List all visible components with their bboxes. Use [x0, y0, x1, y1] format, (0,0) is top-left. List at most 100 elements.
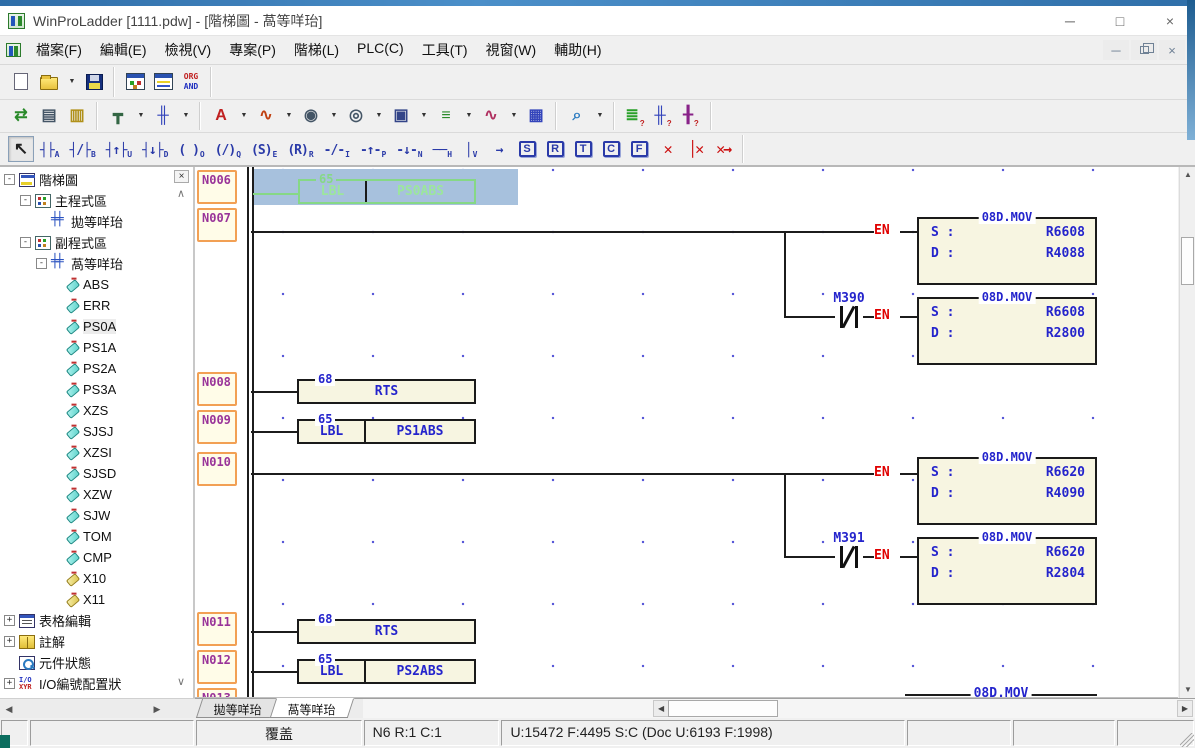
tree-item[interactable]: -副程式區	[0, 232, 176, 253]
expand-icon[interactable]: +	[4, 678, 15, 689]
zoom-button-dropdown[interactable]: ▼	[594, 103, 606, 129]
tree-item[interactable]: XZSI	[0, 442, 176, 463]
lbl-function-block[interactable]: 65LBLPS1ABS	[297, 419, 476, 444]
network-label[interactable]: N008	[197, 372, 237, 406]
org-and-button[interactable]: ORGAND	[178, 69, 204, 95]
rts-function-block[interactable]: 68RTS	[297, 619, 476, 644]
network-label[interactable]: N006	[197, 170, 237, 204]
tree-item[interactable]: ABS	[0, 274, 176, 295]
edit-mode-button[interactable]: A	[208, 103, 234, 129]
horizontal-scroll-thumb[interactable]	[668, 700, 778, 717]
project-window-button[interactable]	[122, 69, 148, 95]
collapse-icon[interactable]: -	[20, 237, 31, 248]
tree-item[interactable]: SJW	[0, 505, 176, 526]
tree-item[interactable]: PS0A	[0, 316, 176, 337]
project-tree-button-dropdown[interactable]: ▼	[135, 103, 147, 129]
save-button[interactable]	[81, 69, 107, 95]
tree-item[interactable]: XZW	[0, 484, 176, 505]
tree-item[interactable]: PS3A	[0, 379, 176, 400]
tree-item[interactable]: SJSD	[0, 463, 176, 484]
probe-pulse-button-dropdown[interactable]: ▼	[283, 103, 295, 129]
tab-active-document[interactable]: 萵等咩珆	[270, 698, 355, 718]
collapse-icon[interactable]: -	[20, 195, 31, 206]
delete-element-button[interactable]: ✕	[654, 136, 680, 162]
rts-function-block[interactable]: 68RTS	[297, 379, 476, 404]
scroll-up-button[interactable]: ▲	[1180, 167, 1195, 183]
falling-edge-tool[interactable]: -↓-N	[392, 136, 426, 162]
open-file-button-dropdown[interactable]: ▼	[66, 69, 78, 95]
hline-tool[interactable]: ──H	[429, 136, 456, 162]
run-monitor-button-dropdown[interactable]: ▼	[328, 103, 340, 129]
tree-item[interactable]: SJSJ	[0, 421, 176, 442]
function-instr-button[interactable]: F	[626, 136, 652, 162]
network-label[interactable]: N012	[197, 650, 237, 684]
nc-contact[interactable]	[835, 546, 863, 568]
delete-vline-button[interactable]: │✕	[682, 136, 708, 162]
menu-item-t[interactable]: 工具(T)	[413, 36, 477, 64]
tree-item[interactable]: -主程式區	[0, 190, 176, 211]
run-monitor-button[interactable]: ◉	[298, 103, 324, 129]
contact-query-button[interactable]: ╂?	[678, 103, 704, 129]
coil-set-tool[interactable]: (S)E	[247, 136, 281, 162]
status-list-button[interactable]: ≡	[433, 103, 459, 129]
network-label[interactable]: N011	[197, 612, 237, 646]
contact-down-tool[interactable]: ┤↓├D	[138, 136, 172, 162]
invert-tool[interactable]: -/-I	[320, 136, 354, 162]
tree-item[interactable]: X11	[0, 589, 176, 610]
tree-item[interactable]: -階梯圖	[0, 169, 176, 190]
io-transfer-button[interactable]: ⇄	[8, 103, 34, 129]
tree-scroll-down-icon[interactable]: ∨	[174, 675, 188, 689]
coil-reset-tool[interactable]: (R)R	[283, 136, 317, 162]
probe-pulse-button[interactable]: ∿	[253, 103, 279, 129]
ic-chip-button[interactable]: ▤	[36, 103, 62, 129]
coil-not-tool[interactable]: (/)Q	[211, 136, 245, 162]
tree-item[interactable]: TOM	[0, 526, 176, 547]
tree-item[interactable]: PS1A	[0, 337, 176, 358]
contact-a-tool[interactable]: ┤├A	[36, 136, 63, 162]
waveform-button[interactable]: ∿	[478, 103, 504, 129]
tree-close-button[interactable]: ×	[174, 170, 189, 183]
collapse-icon[interactable]: -	[36, 258, 47, 269]
collapse-icon[interactable]: -	[4, 174, 15, 185]
tree-item[interactable]: +註解	[0, 631, 176, 652]
tree-item[interactable]: +I/OXYRI/O編號配置狀	[0, 673, 176, 694]
tree-item[interactable]: CMP	[0, 547, 176, 568]
resize-grip-icon[interactable]	[1180, 733, 1194, 747]
menu-item-e[interactable]: 編輯(E)	[91, 36, 156, 64]
ladder-canvas[interactable]: N006N007N008N009N010N011N012N01365LBLPS0…	[195, 167, 1178, 698]
tab-document[interactable]: 拋等咩珆	[196, 699, 280, 718]
menu-item-plcc[interactable]: PLC(C)	[348, 36, 413, 64]
rising-edge-tool[interactable]: -↑-P	[356, 136, 390, 162]
new-file-button[interactable]	[8, 69, 34, 95]
maximize-button[interactable]: □	[1095, 6, 1145, 35]
network-label[interactable]: N010	[197, 452, 237, 486]
lbl-function-block[interactable]: 65LBLPS0ABS	[298, 179, 476, 204]
mov-function-block[interactable]: 08D.MOVS :R6620D :R2804	[917, 537, 1097, 605]
mdi-minimize-button[interactable]: ─	[1103, 40, 1129, 60]
tree-item[interactable]: XZS	[0, 400, 176, 421]
extend-tool[interactable]: →	[486, 136, 512, 162]
tree-item[interactable]: PS2A	[0, 358, 176, 379]
delete-row-button[interactable]: ✕→	[710, 136, 736, 162]
open-file-button[interactable]	[36, 69, 62, 95]
online-monitor-button-dropdown[interactable]: ▼	[418, 103, 430, 129]
set-instr-button[interactable]: S	[514, 136, 540, 162]
tree-horizontal-scrollbar[interactable]: ◀ ▶	[0, 698, 195, 718]
minimize-button[interactable]: ─	[1045, 6, 1095, 35]
menu-item-l[interactable]: 階梯(L)	[285, 36, 348, 64]
reference-book-button[interactable]: ▥	[64, 103, 90, 129]
coil-out-tool[interactable]: ( )O	[174, 136, 208, 162]
scroll-left-button[interactable]: ◀	[653, 700, 669, 717]
expand-icon[interactable]: +	[4, 615, 15, 626]
run-plc-button[interactable]: ◎	[343, 103, 369, 129]
timer-instr-button[interactable]: T	[570, 136, 596, 162]
ladder-horizontal-scrollbar[interactable]: ◀ ▶	[363, 699, 1195, 718]
vline-tool[interactable]: │V	[458, 136, 484, 162]
mdi-close-button[interactable]: ×	[1159, 40, 1185, 60]
counter-instr-button[interactable]: C	[598, 136, 624, 162]
vertical-scroll-thumb[interactable]	[1181, 237, 1194, 285]
mov-function-block[interactable]: 08D.MOVS :R6608D :R2800	[917, 297, 1097, 365]
network-label[interactable]: N013	[197, 688, 237, 698]
ladder-grid-button[interactable]: ╫	[150, 103, 176, 129]
mov-function-block[interactable]: 08D.MOVS :R6608D :R4088	[917, 217, 1097, 285]
